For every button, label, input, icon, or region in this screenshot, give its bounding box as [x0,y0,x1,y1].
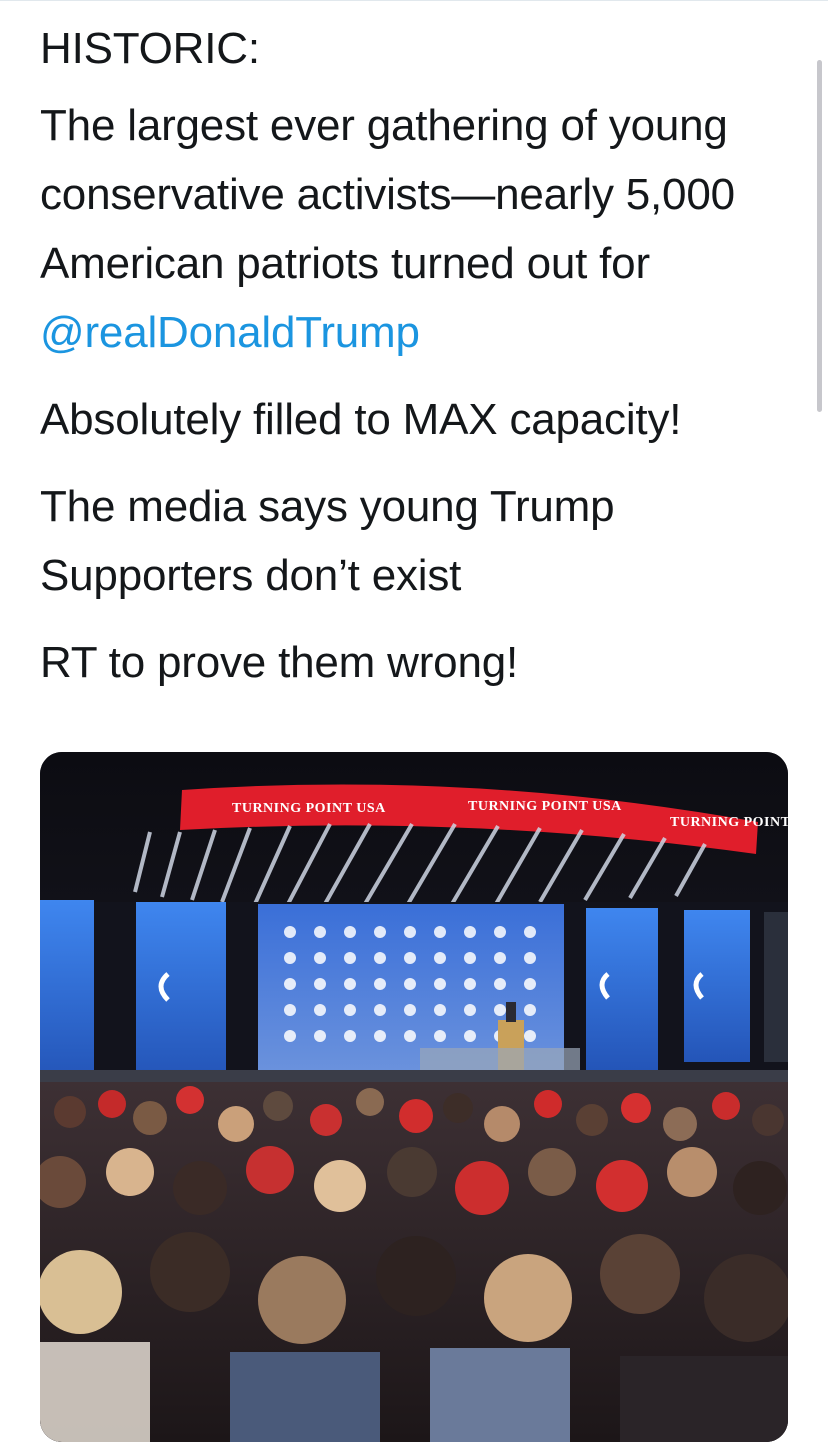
tweet-paragraph-4: RT to prove them wrong! [40,638,519,687]
mention-link[interactable]: @realDonaldTrump [40,308,420,357]
banner-label-3: TURNING POINT USA [670,815,788,830]
right-screen-1 [586,908,658,1070]
left-screen-2 [136,902,226,1078]
tweet-paragraph-3: The media says young Trump Supporters do… [40,482,615,600]
banner-label-2: TURNING POINT USA [468,799,622,814]
tweet-paragraph-1: The largest ever gathering of young cons… [40,91,800,367]
top-divider [0,0,828,1]
event-photo: TURNING POINT USA TURNING POINT USA TURN… [40,752,788,1442]
banner-label-1: TURNING POINT USA [232,801,386,816]
left-screen-1 [40,900,94,1080]
tweet-heading: HISTORIC: [40,24,260,73]
tweet-text: HISTORIC: The largest ever gathering of … [40,14,800,715]
tweet-paragraph-1-text: The largest ever gathering of young cons… [40,101,735,288]
tweet-paragraph-2: Absolutely filled to MAX capacity! [40,395,682,444]
scrollbar[interactable] [817,60,822,412]
tweet-media-video[interactable]: TURNING POINT USA TURNING POINT USA TURN… [40,752,788,1442]
